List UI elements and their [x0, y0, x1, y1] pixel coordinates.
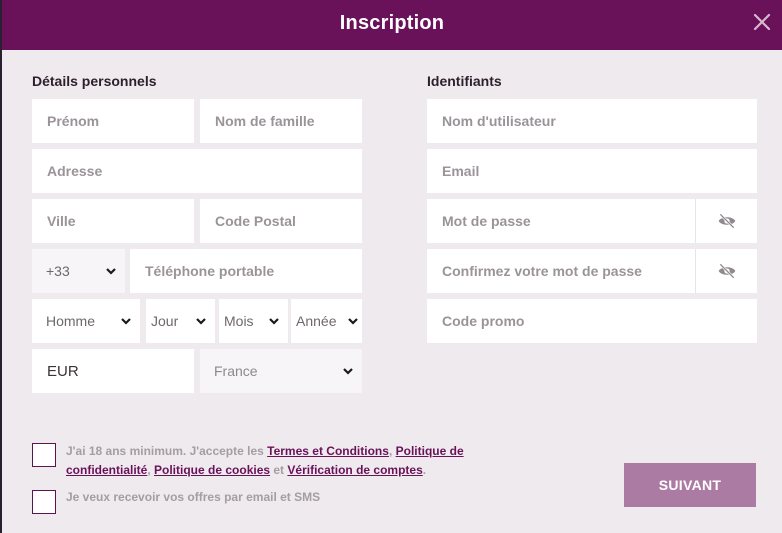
modal-header: Inscription [2, 0, 782, 50]
chevron-down-icon [348, 318, 358, 325]
toggle-password-visibility-button[interactable] [695, 199, 757, 243]
currency-field[interactable] [32, 349, 194, 393]
chevron-down-icon [106, 268, 116, 275]
close-button[interactable] [750, 10, 774, 34]
email-input[interactable] [427, 149, 757, 193]
last-name-input[interactable] [200, 99, 362, 143]
phone-prefix-value: +33 [46, 263, 70, 279]
username-input[interactable] [427, 99, 757, 143]
username-field[interactable] [427, 99, 757, 143]
marketing-label: Je veux recevoir vos offres par email et… [66, 490, 321, 504]
day-select[interactable]: Jour [146, 299, 215, 343]
cookies-policy-link[interactable]: Politique de cookies [154, 463, 270, 477]
terms-label: J'ai 18 ans minimum. J'accepte les Terme… [66, 442, 546, 480]
phone-prefix-select[interactable]: +33 [32, 249, 125, 293]
year-select[interactable]: Année [291, 299, 362, 343]
chevron-down-icon [121, 318, 131, 325]
password-input[interactable] [427, 199, 695, 243]
chevron-down-icon [269, 318, 279, 325]
month-value: Mois [224, 313, 254, 329]
city-field[interactable] [32, 199, 194, 243]
close-icon [753, 13, 771, 31]
city-input[interactable] [32, 199, 194, 243]
country-select[interactable]: France [200, 349, 362, 393]
terms-link[interactable]: Termes et Conditions [267, 444, 389, 458]
terms-checkbox[interactable] [32, 443, 56, 467]
promo-code-field[interactable] [427, 299, 757, 343]
postal-code-input[interactable] [200, 199, 362, 243]
modal-title: Inscription [339, 12, 445, 34]
personal-details-heading: Détails personnels [32, 73, 157, 89]
toggle-confirm-password-visibility-button[interactable] [695, 249, 757, 293]
email-field[interactable] [427, 149, 757, 193]
next-button[interactable]: SUIVANT [624, 463, 756, 507]
confirm-password-field[interactable] [427, 249, 757, 293]
eye-slash-icon [718, 263, 735, 279]
promo-code-input[interactable] [427, 299, 757, 343]
separator: . [422, 463, 427, 477]
year-value: Année [296, 313, 337, 329]
password-field[interactable] [427, 199, 757, 243]
month-select[interactable]: Mois [219, 299, 288, 343]
currency-input[interactable] [32, 349, 194, 393]
postal-code-field[interactable] [200, 199, 362, 243]
separator: , [147, 463, 155, 477]
registration-modal: Inscription Détails personnels +33 Homme… [2, 0, 782, 533]
eye-slash-icon [718, 213, 735, 229]
last-name-field[interactable] [200, 99, 362, 143]
account-verification-link[interactable]: Vérification de comptes [287, 463, 422, 477]
mobile-phone-input[interactable] [130, 249, 362, 293]
first-name-input[interactable] [32, 99, 194, 143]
confirm-password-input[interactable] [427, 249, 695, 293]
chevron-down-icon [343, 368, 353, 375]
mobile-phone-field[interactable] [130, 249, 362, 293]
day-value: Jour [151, 313, 179, 329]
address-field[interactable] [32, 149, 362, 193]
separator: et [270, 463, 288, 477]
gender-select[interactable]: Homme [32, 299, 140, 343]
terms-text: J'ai 18 ans minimum. J'accepte les [66, 444, 268, 458]
credentials-heading: Identifiants [427, 73, 502, 89]
address-input[interactable] [32, 149, 362, 193]
separator: , [388, 444, 396, 458]
chevron-down-icon [196, 318, 206, 325]
marketing-checkbox[interactable] [32, 490, 56, 514]
gender-value: Homme [46, 313, 96, 329]
first-name-field[interactable] [32, 99, 194, 143]
country-value: France [214, 363, 258, 379]
